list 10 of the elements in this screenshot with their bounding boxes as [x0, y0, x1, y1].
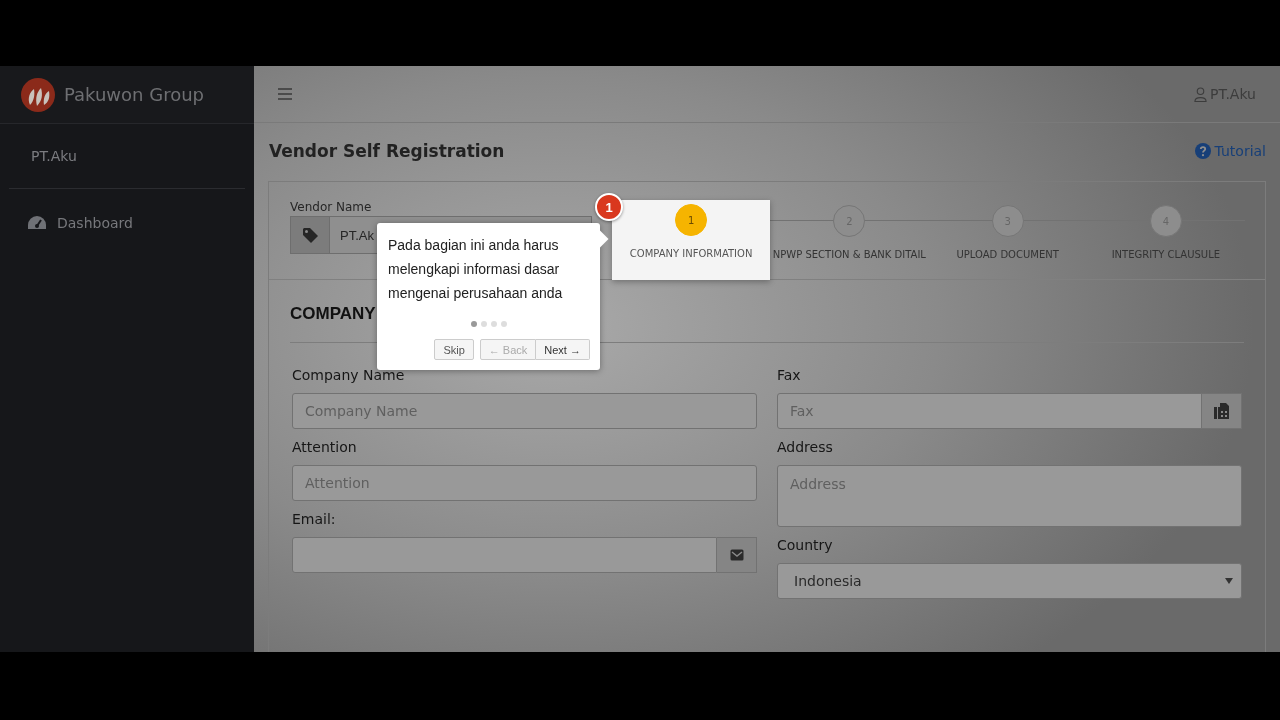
- field-label: Email:: [292, 511, 337, 527]
- brand-name: Pakuwon Group: [64, 84, 205, 105]
- field-label: Fax: [777, 367, 802, 383]
- page-title: Vendor Self Registration: [269, 141, 505, 161]
- field-label: Attention: [292, 439, 358, 455]
- sidebar-user: PT.Aku: [9, 124, 245, 189]
- field-label: Address: [777, 439, 834, 455]
- field-label: Country: [777, 537, 834, 553]
- field-label: Vendor Name: [290, 200, 372, 214]
- field-label: Company Name: [292, 367, 406, 383]
